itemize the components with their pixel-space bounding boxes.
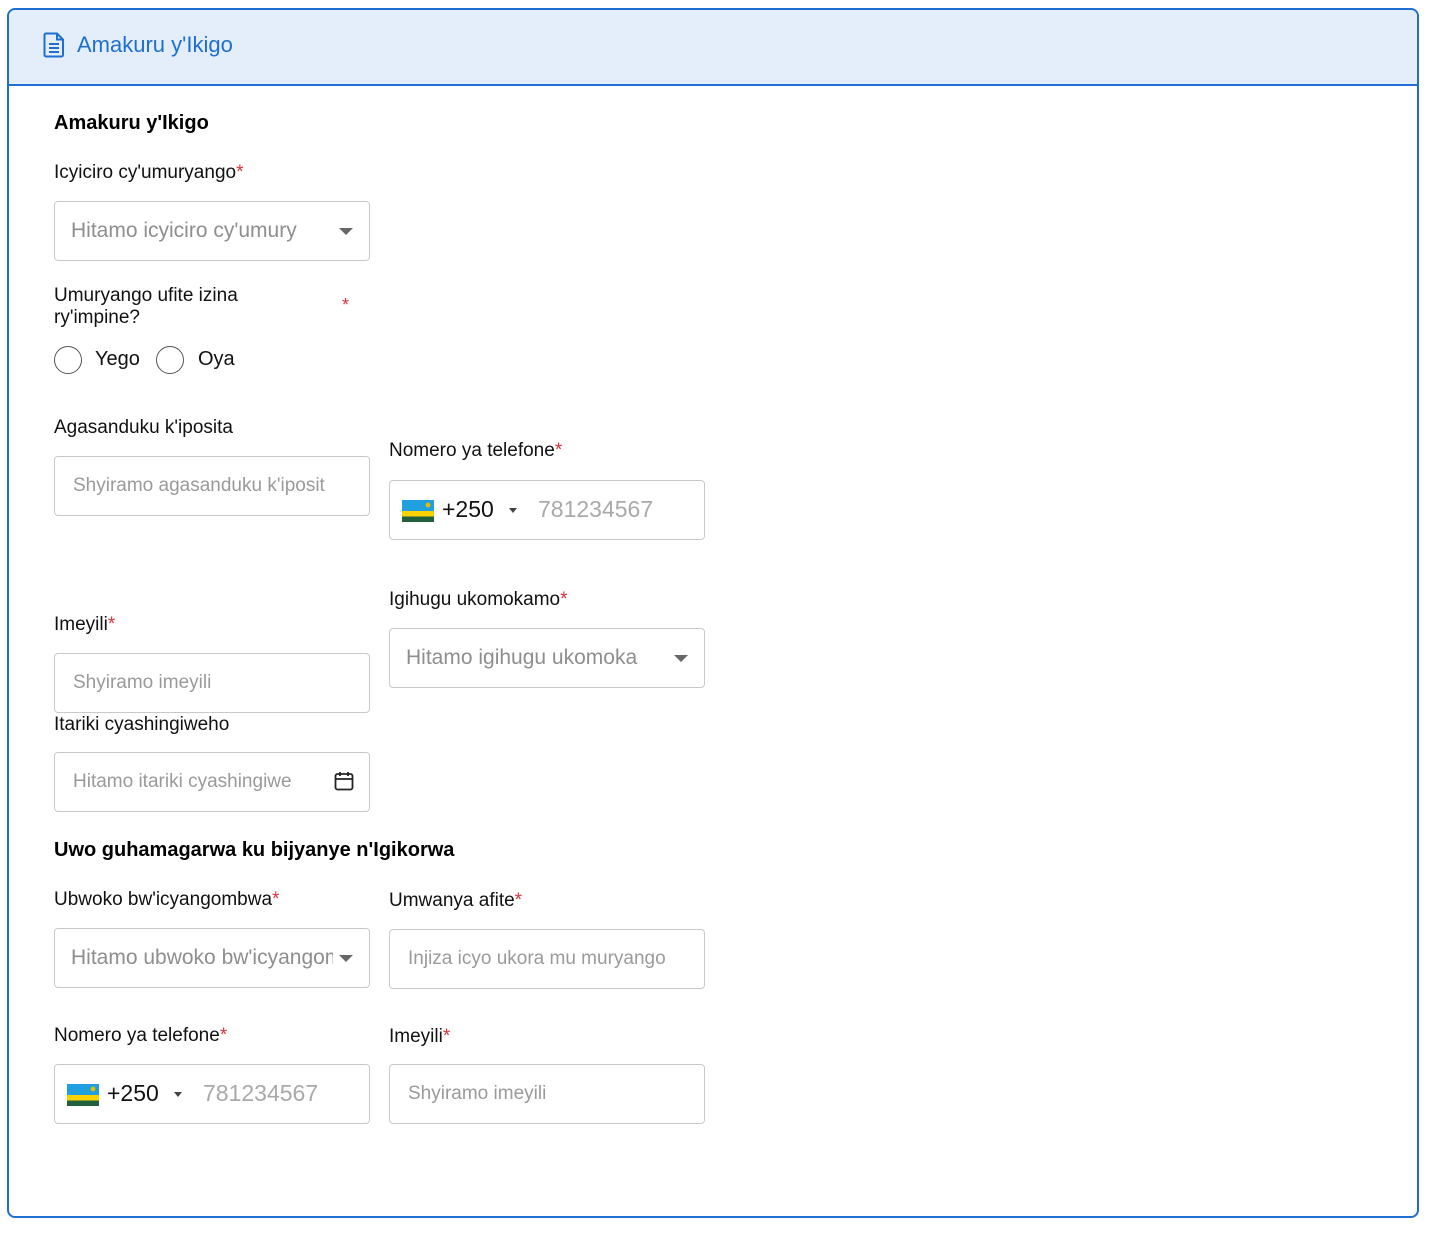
phone-placeholder: 781234567 bbox=[203, 1080, 319, 1106]
chevron-down-icon bbox=[174, 1092, 182, 1097]
category-placeholder: Hitamo icyiciro cy'umury bbox=[71, 219, 297, 242]
contact-phone-label: Nomero ya telefone* bbox=[54, 1025, 227, 1047]
category-label-text: Icyiciro cy'umuryango bbox=[54, 162, 237, 183]
required-mark: * bbox=[560, 589, 568, 610]
card-title: Amakuru y'Ikigo bbox=[77, 32, 233, 57]
position-placeholder: Injiza icyo ukora mu muryango bbox=[408, 948, 666, 969]
category-label: Icyiciro cy'umuryango* bbox=[54, 162, 243, 184]
section-title-contact: Uwo guhamagarwa ku bijyanye n'Igikorwa bbox=[54, 839, 455, 861]
position-label-text: Umwanya afite bbox=[389, 890, 515, 911]
email-placeholder: Shyiramo imeyili bbox=[73, 672, 212, 693]
country-label: Igihugu ukomokamo* bbox=[389, 589, 568, 611]
radio-yes[interactable] bbox=[54, 346, 82, 374]
phone-placeholder: 781234567 bbox=[538, 496, 654, 522]
country-select[interactable]: Hitamo igihugu ukomoka bbox=[389, 628, 705, 688]
radio-yes-label: Yego bbox=[95, 348, 140, 370]
category-select[interactable]: Hitamo icyiciro cy'umury bbox=[54, 201, 370, 261]
radio-no-label: Oya bbox=[198, 348, 235, 370]
chevron-down-icon bbox=[339, 228, 353, 235]
position-label: Umwanya afite* bbox=[389, 890, 522, 912]
id-type-label: Ubwoko bw'icyangombwa* bbox=[54, 889, 279, 911]
other-name-label-line1: Umuryango ufite izina bbox=[54, 285, 238, 306]
other-name-label: Umuryango ufite izina ry'impine? bbox=[54, 285, 274, 329]
required-mark: * bbox=[554, 440, 563, 461]
card-header: Amakuru y'Ikigo bbox=[9, 10, 1417, 86]
contact-email-label-text: Imeyili bbox=[389, 1026, 443, 1047]
other-name-label-line2: ry'impine? bbox=[54, 307, 140, 328]
country-placeholder: Hitamo igihugu ukomoka bbox=[406, 646, 638, 669]
chevron-down-icon bbox=[339, 955, 353, 962]
date-input[interactable]: Hitamo itariki cyashingiwe bbox=[54, 752, 370, 812]
email-label-text: Imeyili bbox=[54, 614, 108, 635]
required-mark: * bbox=[236, 162, 244, 183]
required-mark: * bbox=[342, 295, 350, 315]
section-title-company: Amakuru y'Ikigo bbox=[54, 112, 209, 134]
contact-phone-label-text: Nomero ya telefone bbox=[54, 1025, 220, 1046]
required-mark: * bbox=[514, 890, 523, 911]
chevron-down-icon bbox=[674, 655, 688, 662]
required-mark: * bbox=[107, 614, 116, 635]
email-input[interactable]: Shyiramo imeyili bbox=[54, 653, 370, 713]
country-code[interactable]: +250 bbox=[442, 496, 494, 523]
phone-label-text: Nomero ya telefone bbox=[389, 440, 555, 461]
contact-phone-input[interactable]: +250 781234567 bbox=[54, 1064, 370, 1124]
date-placeholder: Hitamo itariki cyashingiwe bbox=[73, 771, 292, 792]
email-label: Imeyili* bbox=[54, 614, 115, 636]
id-type-label-text: Ubwoko bw'icyangombwa bbox=[54, 889, 273, 910]
contact-email-label: Imeyili* bbox=[389, 1026, 450, 1048]
po-box-input[interactable]: Shyiramo agasanduku k'iposit bbox=[54, 456, 370, 516]
chevron-down-icon bbox=[509, 508, 517, 513]
date-label: Itariki cyashingiweho bbox=[54, 714, 230, 735]
calendar-icon[interactable] bbox=[334, 771, 354, 791]
id-type-placeholder: Hitamo ubwoko bw'icyangombwa bbox=[71, 946, 333, 969]
id-type-select[interactable]: Hitamo ubwoko bw'icyangombwa bbox=[54, 928, 370, 988]
contact-email-placeholder: Shyiramo imeyili bbox=[408, 1083, 547, 1104]
phone-input[interactable]: +250 781234567 bbox=[389, 480, 705, 540]
position-input[interactable]: Injiza icyo ukora mu muryango bbox=[389, 929, 705, 989]
rwanda-flag-icon bbox=[67, 1084, 99, 1106]
country-code[interactable]: +250 bbox=[107, 1080, 159, 1107]
contact-email-input[interactable]: Shyiramo imeyili bbox=[389, 1064, 705, 1124]
document-icon bbox=[43, 32, 64, 58]
country-label-text: Igihugu ukomokamo bbox=[389, 589, 561, 610]
phone-label: Nomero ya telefone* bbox=[389, 440, 562, 462]
required-mark: * bbox=[272, 889, 280, 910]
required-mark: * bbox=[442, 1026, 451, 1047]
rwanda-flag-icon bbox=[402, 500, 434, 522]
radio-no[interactable] bbox=[156, 346, 184, 374]
required-mark: * bbox=[219, 1025, 228, 1046]
po-box-label: Agasanduku k'iposita bbox=[54, 417, 233, 438]
po-box-placeholder: Shyiramo agasanduku k'iposit bbox=[73, 475, 325, 496]
